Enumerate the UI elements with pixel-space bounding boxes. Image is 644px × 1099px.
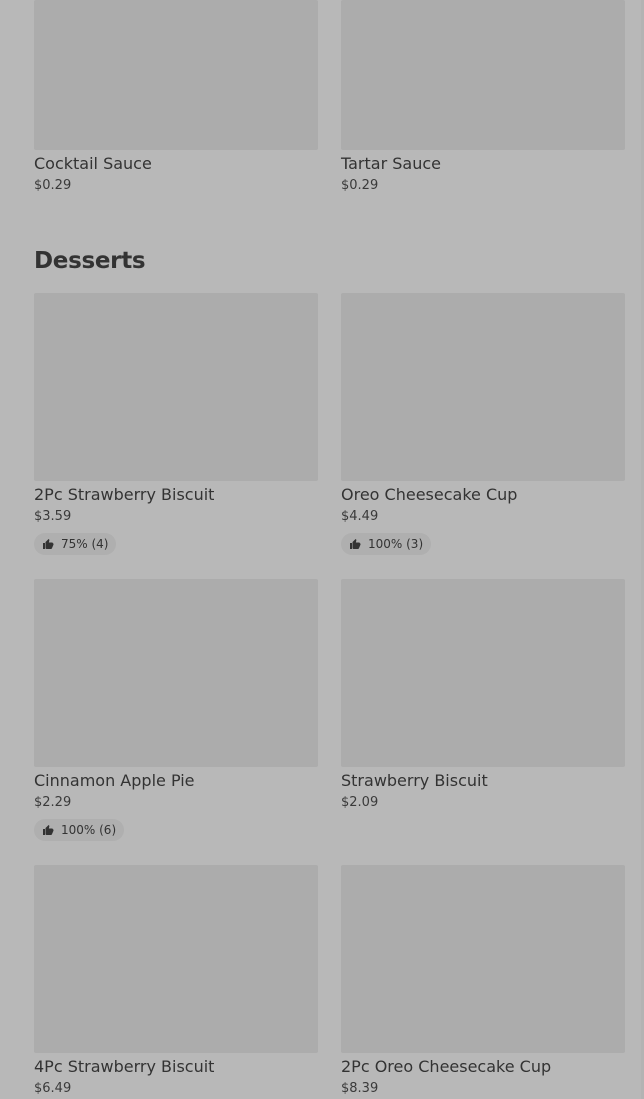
item-image[interactable] [34, 0, 318, 150]
item-price: $0.29 [34, 178, 72, 193]
menu-item-card[interactable]: 4Pc Strawberry Biscuit $6.49 [34, 865, 318, 1096]
rating-badge: 75% (4) [34, 533, 117, 555]
item-name: Oreo Cheesecake Cup [341, 485, 518, 504]
thumbs-up-icon [43, 825, 54, 835]
item-name: Tartar Sauce [341, 154, 441, 173]
menu-item-card[interactable]: 2Pc Oreo Cheesecake Cup $8.39 [341, 865, 625, 1096]
section-title-desserts: Desserts [34, 248, 146, 274]
item-price: $4.49 [341, 509, 379, 524]
item-image[interactable] [341, 293, 625, 481]
rating-text: 75% (4) [61, 537, 109, 551]
menu-item-card[interactable]: Tartar Sauce $0.29 [341, 0, 625, 193]
item-name: 2Pc Oreo Cheesecake Cup [341, 1057, 552, 1076]
item-image[interactable] [34, 579, 318, 767]
item-name: 4Pc Strawberry Biscuit [34, 1057, 215, 1076]
item-image[interactable] [34, 293, 318, 481]
menu-page: Cocktail Sauce $0.29 Tartar Sauce $0.29 … [0, 0, 644, 1099]
menu-item-card[interactable]: 2Pc Strawberry Biscuit $3.59 75% (4) [34, 293, 318, 555]
item-price: $6.49 [34, 1081, 72, 1096]
item-image[interactable] [341, 0, 625, 150]
thumbs-up-icon [43, 539, 54, 549]
item-name: Strawberry Biscuit [341, 771, 488, 790]
item-price: $2.29 [34, 795, 72, 810]
item-image[interactable] [341, 865, 625, 1053]
menu-item-card[interactable]: Oreo Cheesecake Cup $4.49 100% (3) [341, 293, 625, 555]
rating-text: 100% (3) [368, 537, 424, 551]
item-name: Cocktail Sauce [34, 154, 152, 173]
rating-badge: 100% (3) [341, 533, 432, 555]
thumbs-up-icon [350, 539, 361, 549]
rating-badge: 100% (6) [34, 819, 125, 841]
menu-item-card[interactable]: Strawberry Biscuit $2.09 [341, 579, 625, 810]
item-price: $0.29 [341, 178, 379, 193]
menu-item-card[interactable]: Cinnamon Apple Pie $2.29 100% (6) [34, 579, 318, 841]
item-price: $3.59 [34, 509, 72, 524]
rating-text: 100% (6) [61, 823, 117, 837]
menu-item-card[interactable]: Cocktail Sauce $0.29 [34, 0, 318, 193]
item-name: 2Pc Strawberry Biscuit [34, 485, 215, 504]
item-price: $8.39 [341, 1081, 379, 1096]
item-image[interactable] [341, 579, 625, 767]
item-price: $2.09 [341, 795, 379, 810]
item-image[interactable] [34, 865, 318, 1053]
item-name: Cinnamon Apple Pie [34, 771, 195, 790]
